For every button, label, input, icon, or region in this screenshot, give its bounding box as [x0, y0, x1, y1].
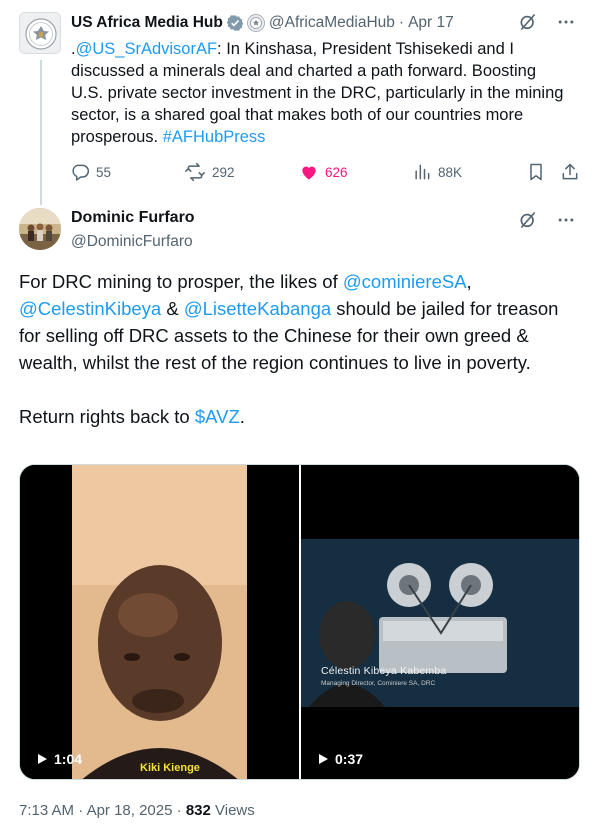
parent-top-actions: [518, 12, 576, 37]
reply-tweet-text: For DRC mining to prosper, the likes of …: [19, 268, 579, 430]
tweet-time[interactable]: 7:13 AM: [19, 802, 74, 819]
separator-dot: ·: [78, 802, 84, 819]
mention-cominieresa[interactable]: @cominiereSA: [343, 271, 467, 292]
mention-celestinkibeya[interactable]: @CelestinKibeya: [19, 298, 161, 319]
reply-author-name[interactable]: Dominic Furfaro: [71, 209, 195, 227]
reply-text-segment: Return rights back to: [19, 406, 195, 427]
views-count-footer: 832: [185, 802, 211, 819]
like-count: 626: [325, 164, 348, 180]
video-thumbnail-man: [20, 465, 299, 779]
mention-lisettekabanga[interactable]: @LisetteKabanga: [184, 298, 331, 319]
views-icon: [415, 164, 430, 180]
video-caption-title: Managing Director, Cominiere SA, DRC: [321, 680, 436, 687]
video-right[interactable]: Célestin Kibeya Kabemba Managing Directo…: [301, 465, 579, 779]
thread-line: [40, 60, 42, 205]
views-action[interactable]: 88K: [412, 162, 462, 182]
bookmark-action[interactable]: [526, 162, 546, 182]
reply-text-segment: ,: [466, 271, 472, 292]
video-left[interactable]: Kiki Kienge 1:04: [20, 465, 299, 779]
reply-top-actions: [518, 210, 576, 235]
cashtag-avz[interactable]: $AVZ: [195, 406, 240, 427]
repost-action[interactable]: 292: [184, 162, 235, 182]
views-label: Views: [215, 802, 255, 819]
video-caption-name: Kiki Kienge: [140, 762, 200, 774]
author-name[interactable]: US Africa Media Hub: [71, 14, 223, 32]
verified-badge-icon: [226, 14, 244, 32]
more-icon[interactable]: [556, 12, 576, 37]
tweet-meta-footer: 7:13 AM · Apr 18, 2025 · 832 Views: [19, 802, 255, 819]
grok-icon[interactable]: [518, 210, 538, 235]
parent-header: US Africa Media Hub @AfricaMediaHub · Ap…: [71, 12, 454, 34]
play-icon: [319, 754, 328, 764]
bookmark-icon: [530, 163, 542, 181]
author-handle[interactable]: @AfricaMediaHub: [269, 14, 395, 32]
like-icon-filled: [302, 166, 316, 180]
mention-us-sradvisoraf[interactable]: @US_SrAdvisorAF: [76, 40, 217, 58]
avatar-dominic-furfaro[interactable]: [19, 208, 61, 250]
avatar-us-africa-media-hub[interactable]: [19, 12, 61, 54]
like-action[interactable]: 626: [299, 162, 348, 182]
tweet-full-date[interactable]: Apr 18, 2025: [87, 802, 173, 819]
parent-tweet[interactable]: US Africa Media Hub @AfricaMediaHub · Ap…: [0, 0, 598, 205]
reply-text-segment: For DRC mining to prosper, the likes of: [19, 271, 343, 292]
repost-count: 292: [212, 164, 235, 180]
reply-count: 55: [96, 164, 112, 180]
duration-text: 0:37: [335, 751, 364, 767]
tweet-date[interactable]: Apr 17: [408, 14, 454, 32]
repost-icon: [185, 162, 205, 182]
reply-icon: [72, 164, 90, 181]
video-duration-right: 0:37: [317, 751, 363, 767]
avatar-photo: [19, 208, 61, 250]
parent-action-bar: 55 292 626 88K: [70, 162, 582, 186]
parent-tweet-text: .@US_SrAdvisorAF: In Kinshasa, President…: [71, 38, 571, 148]
reply-author-handle[interactable]: @DominicFurfaro: [71, 233, 193, 251]
hashtag-afhubpress[interactable]: #AFHubPress: [163, 128, 266, 146]
seal-icon: [20, 13, 60, 53]
separator-dot: ·: [398, 14, 405, 31]
separator-dot: ·: [176, 802, 182, 819]
play-icon: [38, 754, 47, 764]
more-icon[interactable]: [556, 210, 576, 235]
media-grid: Kiki Kienge 1:04 Célestin Kibeya Kabemba…: [19, 464, 580, 780]
reply-text-segment: .: [239, 406, 245, 427]
share-icon: [562, 163, 578, 180]
video-duration-left: 1:04: [36, 751, 82, 767]
reply-paragraph-2: Return rights back to $AVZ.: [19, 403, 579, 430]
video-thumbnail-tape-recorder: [301, 465, 579, 779]
reply-action[interactable]: 55: [70, 162, 111, 182]
duration-text: 1:04: [54, 751, 83, 767]
reply-text-segment: &: [161, 298, 184, 319]
share-action[interactable]: [560, 162, 580, 182]
gov-badge-icon: [246, 14, 265, 32]
grok-icon[interactable]: [518, 12, 538, 37]
video-caption-name: Célestin Kibeya Kabemba: [321, 665, 447, 677]
reply-paragraph-1: For DRC mining to prosper, the likes of …: [19, 268, 579, 376]
views-count: 88K: [438, 164, 463, 180]
